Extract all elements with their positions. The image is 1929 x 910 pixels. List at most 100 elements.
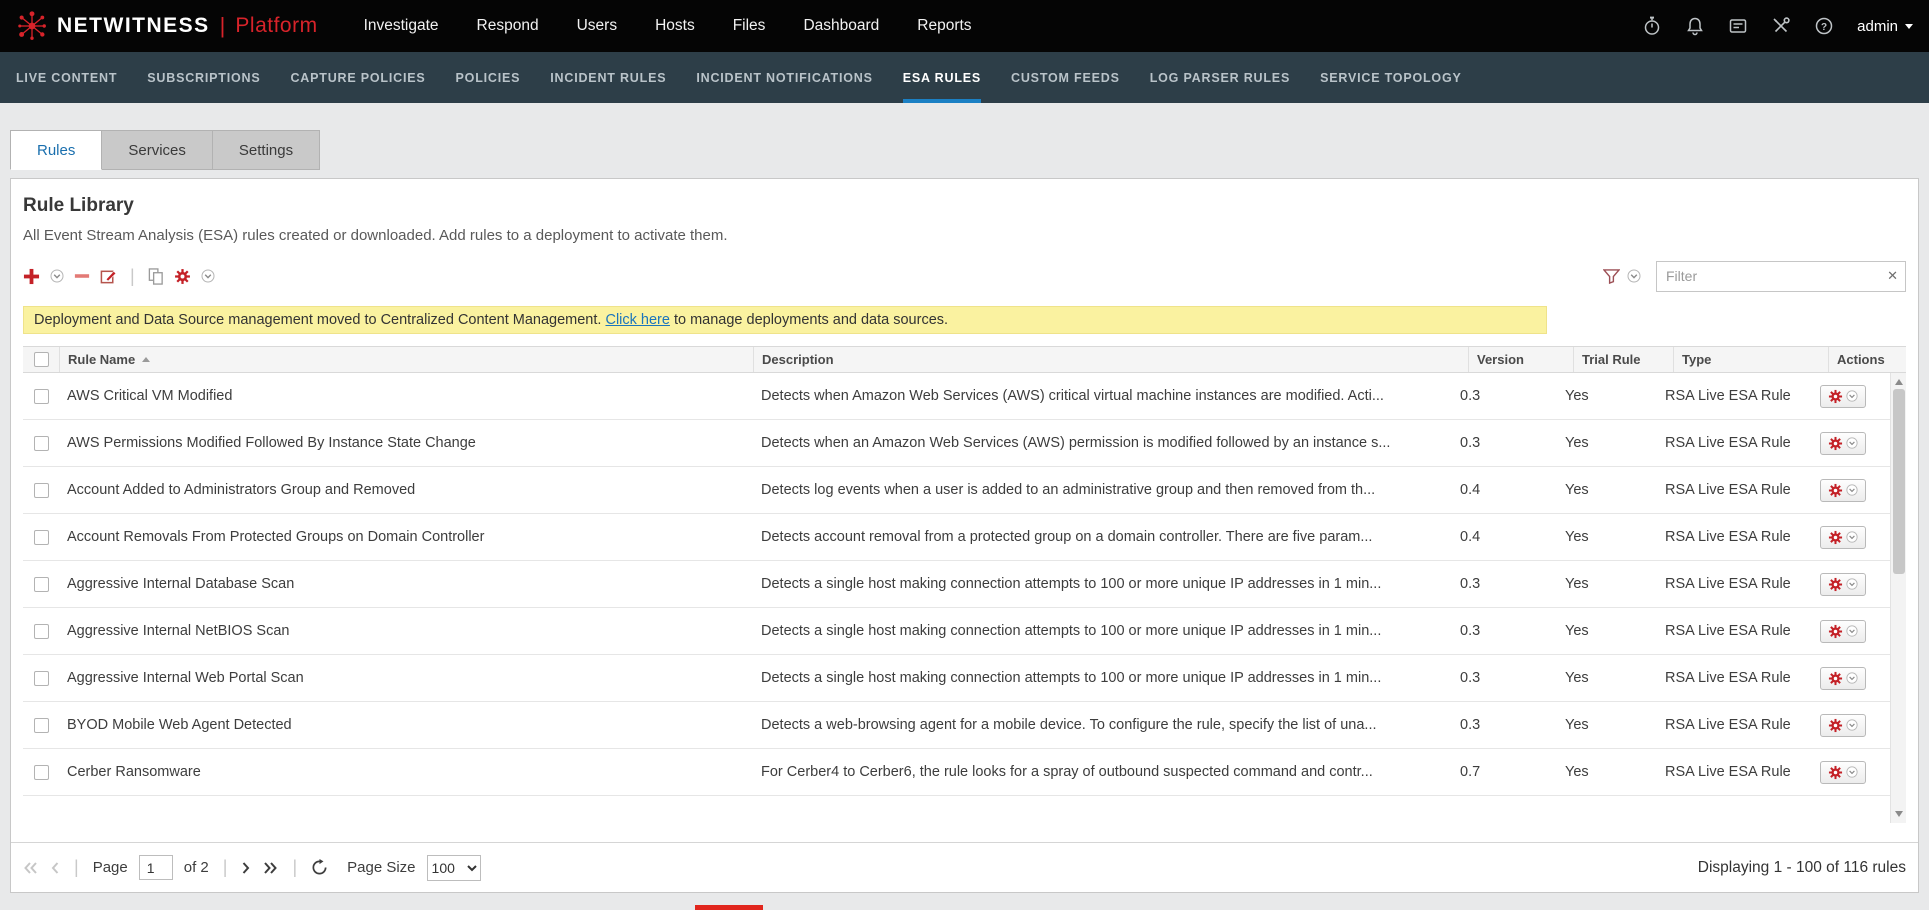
table-row[interactable]: AWS Permissions Modified Followed By Ins… <box>23 420 1890 467</box>
banner-text-after: to manage deployments and data sources. <box>674 312 948 328</box>
row-checkbox[interactable] <box>34 530 49 545</box>
user-menu[interactable]: admin <box>1857 18 1913 35</box>
rule-version: 0.4 <box>1452 482 1557 498</box>
pager-separator: | <box>74 857 79 878</box>
chevron-circle-icon <box>1846 437 1858 449</box>
table-row[interactable]: BYOD Mobile Web Agent Detected Detects a… <box>23 702 1890 749</box>
subnav-item-esa-rules[interactable]: ESA RULES <box>903 52 981 103</box>
column-header-type[interactable]: Type <box>1673 347 1828 372</box>
nav-item-dashboard[interactable]: Dashboard <box>803 17 879 35</box>
filter-funnel-button[interactable] <box>1603 269 1620 284</box>
rule-settings-dropdown[interactable] <box>201 269 215 283</box>
banner-click-here-link[interactable]: Click here <box>605 312 669 328</box>
chevron-right-icon <box>241 861 251 875</box>
subnav-item-policies[interactable]: POLICIES <box>456 52 521 103</box>
row-checkbox[interactable] <box>34 483 49 498</box>
refresh-button[interactable] <box>311 859 328 876</box>
filter-dropdown[interactable] <box>1627 269 1641 283</box>
row-actions-button[interactable] <box>1820 761 1866 784</box>
row-actions-button[interactable] <box>1820 667 1866 690</box>
row-checkbox[interactable] <box>34 577 49 592</box>
subnav-item-incident-notifications[interactable]: INCIDENT NOTIFICATIONS <box>696 52 872 103</box>
nav-item-investigate[interactable]: Investigate <box>364 17 439 35</box>
tab-services[interactable]: Services <box>102 130 213 170</box>
row-actions-button[interactable] <box>1820 714 1866 737</box>
admin-subnav: LIVE CONTENT SUBSCRIPTIONS CAPTURE POLIC… <box>0 52 1929 103</box>
row-checkbox[interactable] <box>34 765 49 780</box>
table-row[interactable]: Aggressive Internal Database Scan Detect… <box>23 561 1890 608</box>
rules-table: Rule Name Description Version Trial Rule… <box>23 346 1906 823</box>
table-row[interactable]: Account Added to Administrators Group an… <box>23 467 1890 514</box>
nav-item-files[interactable]: Files <box>733 17 766 35</box>
column-header-description[interactable]: Description <box>753 347 1468 372</box>
row-actions-button[interactable] <box>1820 620 1866 643</box>
tools-icon[interactable] <box>1771 16 1791 36</box>
row-actions-button[interactable] <box>1820 432 1866 455</box>
subnav-item-subscriptions[interactable]: SUBSCRIPTIONS <box>147 52 260 103</box>
messages-icon[interactable] <box>1728 16 1748 36</box>
subnav-item-log-parser-rules[interactable]: LOG PARSER RULES <box>1150 52 1290 103</box>
nav-item-hosts[interactable]: Hosts <box>655 17 695 35</box>
notifications-bell-icon[interactable] <box>1685 16 1705 36</box>
scroll-up-icon[interactable] <box>1895 379 1903 385</box>
rule-description: Detects a single host making connection … <box>753 576 1452 592</box>
brand[interactable]: NETWITNESS | Platform <box>16 10 318 42</box>
table-row[interactable]: Aggressive Internal Web Portal Scan Dete… <box>23 655 1890 702</box>
row-actions-cell <box>1812 526 1890 549</box>
column-header-trial-rule[interactable]: Trial Rule <box>1573 347 1673 372</box>
row-actions-button[interactable] <box>1820 479 1866 502</box>
rule-version: 0.3 <box>1452 717 1557 733</box>
add-rule-button[interactable] <box>23 268 40 285</box>
subnav-item-capture-policies[interactable]: CAPTURE POLICIES <box>290 52 425 103</box>
row-actions-button[interactable] <box>1820 573 1866 596</box>
last-page-button[interactable] <box>262 861 278 875</box>
help-icon[interactable]: ? <box>1814 16 1834 36</box>
column-header-version[interactable]: Version <box>1468 347 1573 372</box>
subnav-item-custom-feeds[interactable]: CUSTOM FEEDS <box>1011 52 1120 103</box>
toolbar-right: ✕ <box>1603 261 1906 292</box>
subnav-item-incident-rules[interactable]: INCIDENT RULES <box>550 52 666 103</box>
scrollbar-thumb[interactable] <box>1893 389 1905 574</box>
add-rule-dropdown[interactable] <box>50 269 64 283</box>
jobs-timer-icon[interactable] <box>1642 16 1662 36</box>
row-actions-button[interactable] <box>1820 526 1866 549</box>
row-actions-button[interactable] <box>1820 385 1866 408</box>
toolbar-separator: | <box>130 266 135 287</box>
filter-clear-icon[interactable]: ✕ <box>1887 268 1898 284</box>
table-row[interactable]: Aggressive Internal NetBIOS Scan Detects… <box>23 608 1890 655</box>
scroll-down-icon[interactable] <box>1895 811 1903 817</box>
subnav-item-live-content[interactable]: LIVE CONTENT <box>16 52 117 103</box>
edit-pencil-icon <box>100 268 117 285</box>
tab-rules[interactable]: Rules <box>10 130 102 170</box>
edit-rule-button[interactable] <box>100 268 117 285</box>
row-checkbox[interactable] <box>34 624 49 639</box>
rule-settings-button[interactable] <box>174 268 191 285</box>
column-header-rule-name[interactable]: Rule Name <box>59 347 753 372</box>
nav-item-users[interactable]: Users <box>577 17 617 35</box>
table-row[interactable]: Cerber Ransomware For Cerber4 to Cerber6… <box>23 749 1890 796</box>
page-number-input[interactable] <box>139 855 173 880</box>
row-checkbox[interactable] <box>34 671 49 686</box>
duplicate-rule-button[interactable] <box>148 268 164 285</box>
table-scrollbar[interactable] <box>1890 373 1906 823</box>
subnav-item-service-topology[interactable]: SERVICE TOPOLOGY <box>1320 52 1462 103</box>
rule-trial: Yes <box>1557 717 1657 733</box>
gear-icon <box>1828 718 1843 733</box>
filter-input[interactable] <box>1656 261 1906 292</box>
nav-item-reports[interactable]: Reports <box>917 17 971 35</box>
row-checkbox[interactable] <box>34 436 49 451</box>
row-checkbox[interactable] <box>34 718 49 733</box>
rule-version: 0.3 <box>1452 388 1557 404</box>
page-size-select[interactable]: 100 <box>427 855 481 881</box>
select-all-checkbox[interactable] <box>34 352 49 367</box>
table-row[interactable]: AWS Critical VM Modified Detects when Am… <box>23 373 1890 420</box>
page-content: Rules Services Settings Rule Library All… <box>0 103 1929 893</box>
delete-rule-button[interactable] <box>74 268 90 284</box>
next-page-button[interactable] <box>241 861 251 875</box>
tab-settings[interactable]: Settings <box>213 130 320 170</box>
row-checkbox[interactable] <box>34 389 49 404</box>
previous-page-button[interactable] <box>50 861 60 875</box>
first-page-button[interactable] <box>23 861 39 875</box>
nav-item-respond[interactable]: Respond <box>477 17 539 35</box>
table-row[interactable]: Account Removals From Protected Groups o… <box>23 514 1890 561</box>
